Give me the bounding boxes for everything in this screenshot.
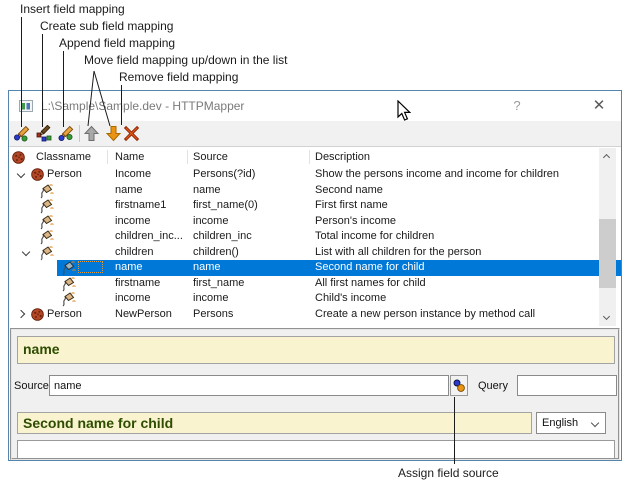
scroll-down-button[interactable] <box>599 309 616 326</box>
window-title: L:\Sample\Sample.dev - HTTPMapper <box>41 99 244 113</box>
field-mapping-icon <box>38 246 54 261</box>
assign-field-source-button[interactable] <box>450 375 468 396</box>
field-mapping-icon <box>38 184 54 199</box>
chevron-right-icon[interactable] <box>17 309 25 317</box>
table-row[interactable]: Person NewPerson Persons Create a new pe… <box>9 307 599 323</box>
help-button[interactable]: ? <box>501 91 533 120</box>
callout-fork-move <box>80 68 120 128</box>
table-row[interactable]: income income Child's income <box>9 291 599 307</box>
httpmapper-window: L:\Sample\Sample.dev - HTTPMapper ? ✕ <box>8 90 622 461</box>
insert-field-mapping-button[interactable] <box>13 125 30 142</box>
table-row[interactable]: firstname first_name All first names for… <box>9 276 599 292</box>
class-icon <box>12 151 25 164</box>
append-field-mapping-button[interactable] <box>57 125 74 142</box>
scroll-up-button[interactable] <box>599 148 616 165</box>
scroll-down-icon <box>603 313 610 320</box>
list-header: Classname Name Source Description <box>9 148 621 167</box>
remove-field-mapping-button[interactable] <box>123 125 140 142</box>
callout-line-assign <box>454 397 455 464</box>
field-name-display[interactable]: name <box>17 336 615 364</box>
field-mapping-icon-selected <box>60 261 76 276</box>
table-row[interactable]: children children() List with all childr… <box>9 245 599 261</box>
detail-panel: name Source Query Second name for child … <box>10 328 620 460</box>
scrollbar-thumb[interactable] <box>599 219 616 288</box>
callout-line-insert <box>21 17 22 127</box>
callout-assign-field-source: Assign field source <box>398 466 499 480</box>
column-classname[interactable]: Classname <box>36 151 91 163</box>
field-mapping-icon <box>38 199 54 214</box>
focus-rectangle <box>78 261 103 273</box>
callout-line-create-sub <box>42 34 43 127</box>
table-row[interactable]: Person Income Persons(?id) Show the pers… <box>9 167 599 183</box>
chevron-down-icon <box>591 419 599 427</box>
field-mapping-icon <box>60 277 76 292</box>
assign-source-icon <box>451 376 467 395</box>
mapping-list: Classname Name Source Description Person… <box>9 148 621 326</box>
field-mapping-icon <box>60 292 76 307</box>
language-value: English <box>542 417 578 429</box>
column-description[interactable]: Description <box>315 151 370 163</box>
close-button[interactable]: ✕ <box>579 91 619 120</box>
callout-line-append <box>63 51 64 127</box>
table-row[interactable]: firstname1 first_name(0) First first nam… <box>9 198 599 214</box>
query-label: Query <box>478 380 508 392</box>
column-source[interactable]: Source <box>193 151 228 163</box>
source-label: Source <box>14 380 49 392</box>
class-icon <box>31 308 44 321</box>
callout-move-field-mapping: Move field mapping up/down in the list <box>84 53 287 67</box>
class-icon <box>31 168 44 181</box>
callout-line-remove <box>121 85 122 125</box>
chevron-down-icon[interactable] <box>22 247 30 255</box>
column-name[interactable]: Name <box>115 151 144 163</box>
notes-area[interactable] <box>17 440 615 460</box>
source-input[interactable] <box>49 375 449 396</box>
table-row[interactable]: children_inc... children_inc Total incom… <box>9 229 599 245</box>
table-row[interactable]: income income Person's income <box>9 214 599 230</box>
create-sub-field-mapping-button[interactable] <box>35 125 52 142</box>
vertical-scrollbar[interactable] <box>599 148 616 326</box>
table-row-selected[interactable]: name name Second name for child <box>9 260 599 276</box>
callout-create-sub-field-mapping: Create sub field mapping <box>40 19 173 33</box>
chevron-down-icon[interactable] <box>17 170 25 178</box>
callout-remove-field-mapping: Remove field mapping <box>119 70 238 84</box>
callout-append-field-mapping: Append field mapping <box>59 36 175 50</box>
query-input[interactable] <box>517 375 617 396</box>
scroll-up-icon <box>603 154 610 161</box>
field-mapping-icon <box>38 215 54 230</box>
mouse-cursor <box>397 100 411 122</box>
callout-insert-field-mapping: Insert field mapping <box>20 2 125 16</box>
table-row[interactable]: name name Second name <box>9 183 599 199</box>
field-mapping-icon <box>38 230 54 245</box>
language-dropdown[interactable]: English <box>536 412 606 434</box>
